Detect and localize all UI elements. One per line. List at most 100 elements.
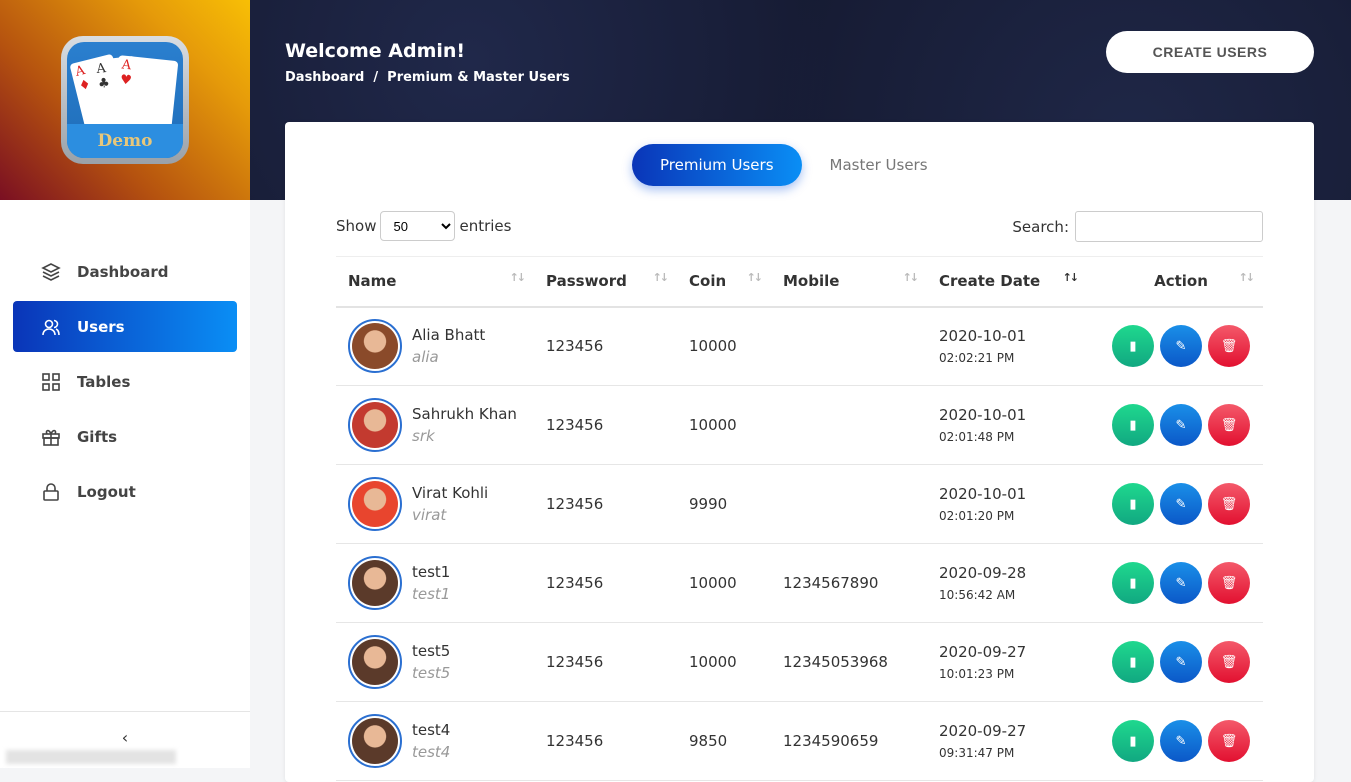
- users-icon: [42, 319, 60, 335]
- tab-master-users[interactable]: Master Users: [802, 144, 956, 186]
- mobile-cell: [771, 306, 927, 386]
- column-header-action[interactable]: Action ↑↓: [1087, 256, 1263, 308]
- password-cell: 123456: [534, 306, 677, 386]
- stats-button[interactable]: ▮: [1112, 641, 1154, 683]
- page-size-select[interactable]: 50: [380, 211, 456, 241]
- sort-icon: ↑↓: [902, 271, 920, 284]
- avatar: [348, 635, 402, 689]
- bar-chart-icon: ▮: [1129, 417, 1137, 432]
- search-label: Search:: [1012, 217, 1069, 236]
- stats-button[interactable]: ▮: [1112, 720, 1154, 762]
- mobile-cell: 12345053968: [771, 622, 927, 702]
- delete-button[interactable]: 🗑: [1208, 325, 1250, 368]
- column-label: Coin: [689, 272, 727, 291]
- app-logo[interactable]: A ♦ A ♣ A ♥ Demo: [61, 36, 189, 164]
- table-row: Virat Kohli virat 123456 9990 2020-10-01 0…: [336, 464, 1263, 544]
- sidebar-item-tables[interactable]: Tables: [13, 356, 237, 407]
- stats-button[interactable]: ▮: [1112, 325, 1154, 368]
- sidebar-item-dashboard[interactable]: Dashboard: [13, 246, 237, 297]
- edit-button[interactable]: ✎: [1160, 325, 1202, 368]
- stats-button[interactable]: ▮: [1112, 562, 1154, 604]
- create-users-button[interactable]: CREATE USERS: [1106, 31, 1314, 73]
- pencil-icon: ✎: [1175, 575, 1187, 590]
- stats-button[interactable]: ▮: [1112, 404, 1154, 446]
- user-login: test1: [412, 585, 451, 603]
- edit-button[interactable]: ✎: [1160, 720, 1202, 762]
- column-header-coin[interactable]: Coin ↑↓: [677, 256, 771, 308]
- create-time: 02:01:20 PM: [939, 509, 1015, 523]
- sidebar-item-label: Dashboard: [77, 262, 169, 281]
- user-name: Sahrukh Khan: [412, 405, 517, 423]
- sidebar-item-label: Users: [77, 317, 125, 336]
- entries-label: entries: [459, 217, 512, 235]
- column-header-create-date[interactable]: Create Date ↑↓: [927, 256, 1087, 308]
- create-date: 2020-09-27: [939, 722, 1027, 740]
- trash-icon: 🗑: [1220, 654, 1238, 669]
- pencil-icon: ✎: [1175, 496, 1187, 511]
- sidebar-item-users[interactable]: Users: [13, 301, 237, 352]
- mobile-cell: [771, 385, 927, 465]
- trash-icon: 🗑: [1220, 417, 1238, 432]
- table-row: Alia Bhatt alia 123456 10000 2020-10-01 02…: [336, 306, 1263, 386]
- avatar: [348, 714, 402, 768]
- page-title: Welcome Admin!: [285, 40, 466, 62]
- delete-button[interactable]: 🗑: [1208, 404, 1250, 446]
- breadcrumb-separator: /: [373, 70, 379, 85]
- avatar: [348, 477, 402, 531]
- create-time: 02:02:21 PM: [939, 351, 1015, 366]
- pencil-icon: ✎: [1175, 417, 1187, 432]
- password-cell: 123456: [534, 464, 677, 544]
- sort-icon: ↑↓: [509, 271, 527, 284]
- sidebar-item-label: Logout: [77, 482, 136, 501]
- lock-icon: [43, 482, 59, 501]
- table-row: Sahrukh Khan srk 123456 10000 2020-10-01 0…: [336, 385, 1263, 465]
- edit-button[interactable]: ✎: [1160, 562, 1202, 604]
- create-date: 2020-10-01: [939, 406, 1027, 424]
- users-table: Name ↑↓ Password ↑↓ Coin ↑↓ Mobile ↑↓ Create Dat…: [336, 256, 1263, 781]
- table-row: test5 test5 123456 10000 12345053968 2020…: [336, 622, 1263, 702]
- delete-button[interactable]: 🗑: [1208, 641, 1250, 683]
- user-login: test5: [412, 664, 451, 682]
- breadcrumb-dashboard[interactable]: Dashboard: [285, 70, 364, 85]
- stats-button[interactable]: ▮: [1112, 483, 1154, 525]
- sidebar-item-gifts[interactable]: Gifts: [13, 411, 237, 462]
- column-label: Mobile: [783, 272, 840, 291]
- edit-button[interactable]: ✎: [1160, 483, 1202, 525]
- search-input[interactable]: [1075, 211, 1263, 242]
- tab-premium-users[interactable]: Premium Users: [632, 144, 802, 186]
- logo-area: A ♦ A ♣ A ♥ Demo: [0, 0, 250, 200]
- status-url: [6, 750, 176, 764]
- column-header-password[interactable]: Password ↑↓: [534, 256, 677, 308]
- bar-chart-icon: ▮: [1129, 338, 1137, 354]
- bar-chart-icon: ▮: [1129, 654, 1137, 669]
- edit-button[interactable]: ✎: [1160, 641, 1202, 683]
- delete-button[interactable]: 🗑: [1208, 562, 1250, 604]
- trash-icon: 🗑: [1220, 575, 1238, 590]
- password-cell: 123456: [534, 622, 677, 702]
- sidebar-item-logout[interactable]: Logout: [13, 466, 237, 517]
- sidebar-item-label: Gifts: [77, 427, 118, 446]
- avatar: [348, 398, 402, 452]
- column-label: Name: [348, 272, 397, 291]
- pencil-icon: ✎: [1175, 338, 1187, 354]
- mobile-cell: 1234567890: [771, 543, 927, 623]
- edit-button[interactable]: ✎: [1160, 404, 1202, 446]
- bar-chart-icon: ▮: [1129, 496, 1137, 511]
- sort-icon: ↑↓: [652, 271, 670, 284]
- delete-button[interactable]: 🗑: [1208, 720, 1250, 762]
- show-label: Show: [336, 217, 377, 235]
- column-header-name[interactable]: Name ↑↓: [336, 256, 534, 308]
- sort-icon: ↑↓: [1062, 271, 1080, 284]
- user-name: test4: [412, 721, 451, 739]
- sort-icon: ↑↓: [746, 271, 764, 284]
- coin-cell: 9990: [677, 464, 771, 544]
- user-login: srk: [412, 427, 435, 445]
- table-row: test1 test1 123456 10000 1234567890 2020-…: [336, 543, 1263, 623]
- password-cell: 123456: [534, 543, 677, 623]
- mobile-cell: [771, 464, 927, 544]
- column-header-mobile[interactable]: Mobile ↑↓: [771, 256, 927, 308]
- breadcrumb-current: Premium & Master Users: [387, 70, 570, 85]
- delete-button[interactable]: 🗑: [1208, 483, 1250, 525]
- create-date: 2020-10-01: [939, 485, 1027, 503]
- column-label: Create Date: [939, 272, 1041, 291]
